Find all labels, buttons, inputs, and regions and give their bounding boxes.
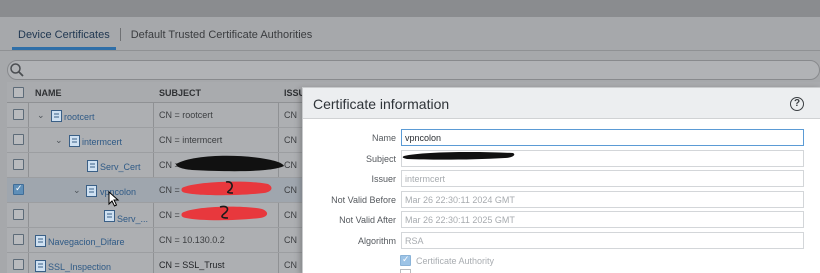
- cert-issuer: CN: [284, 260, 297, 270]
- certificate-icon: [51, 110, 62, 122]
- cert-name[interactable]: SSL_Inspection: [48, 262, 111, 272]
- dialog-body: Name vpncolon Subject Issuer intermcert …: [303, 119, 820, 273]
- row-checkbox[interactable]: [13, 209, 24, 220]
- tabs-divider-line: [0, 50, 820, 51]
- cert-subject: CN = 10.130.0.2: [159, 235, 225, 245]
- subject-label: Subject: [365, 154, 396, 164]
- issuer-label: Issuer: [371, 174, 396, 184]
- tab-bar: Device Certificates Default Trusted Cert…: [8, 17, 322, 50]
- certificate-icon: [86, 185, 97, 197]
- column-header-name[interactable]: NAME: [35, 88, 62, 98]
- certificate-authority-label: Certificate Authority: [416, 256, 495, 266]
- cert-name[interactable]: Serv_Cert: [100, 162, 141, 172]
- cert-subject: CN =: [159, 210, 180, 220]
- certificate-icon: [35, 260, 46, 272]
- tab-device-certificates[interactable]: Device Certificates: [8, 17, 120, 50]
- row-checkbox-checked[interactable]: [13, 183, 24, 195]
- cert-issuer: CN: [284, 135, 297, 145]
- certificate-authority-checkbox[interactable]: [400, 254, 411, 266]
- algorithm-field[interactable]: RSA: [401, 232, 804, 249]
- certificate-icon: [87, 160, 98, 172]
- cert-issuer: CN: [284, 235, 297, 245]
- row-checkbox[interactable]: [13, 259, 24, 270]
- row-checkbox[interactable]: [13, 134, 24, 145]
- chevron-down-icon[interactable]: ⌄: [73, 185, 81, 196]
- certificate-icon: [35, 235, 46, 247]
- cert-subject: CN =: [159, 185, 180, 195]
- select-all-checkbox[interactable]: [13, 87, 24, 98]
- name-label: Name: [371, 133, 396, 143]
- cert-name[interactable]: Serv_...: [117, 214, 148, 224]
- issuer-field[interactable]: intermcert: [401, 170, 804, 187]
- cert-name[interactable]: Navegacion_Difare: [48, 237, 125, 247]
- tab-default-trusted-cas[interactable]: Default Trusted Certificate Authorities: [121, 17, 323, 50]
- row-checkbox[interactable]: [13, 159, 24, 170]
- row-checkbox[interactable]: [13, 234, 24, 245]
- cert-issuer: CN: [284, 210, 297, 220]
- help-icon[interactable]: ?: [790, 97, 804, 111]
- certificate-information-dialog: Certificate information ? Name vpncolon …: [302, 87, 820, 273]
- redaction-scribble-red: [181, 205, 268, 221]
- certificate-icon: [69, 135, 80, 147]
- not-valid-before-field[interactable]: Mar 26 22:30:11 2024 GMT: [401, 191, 804, 208]
- not-valid-before-label: Not Valid Before: [331, 195, 396, 205]
- cert-name[interactable]: intermcert: [82, 137, 122, 147]
- dialog-header: Certificate information ?: [303, 88, 820, 119]
- algorithm-label: Algorithm: [357, 236, 396, 246]
- next-checkbox[interactable]: [400, 269, 411, 273]
- search-input[interactable]: [7, 60, 820, 80]
- chevron-down-icon[interactable]: ⌄: [37, 110, 45, 121]
- not-valid-after-field[interactable]: Mar 26 22:30:11 2025 GMT: [401, 211, 804, 228]
- dialog-title: Certificate information: [313, 96, 450, 112]
- redaction-scribble-black: [176, 155, 284, 172]
- redaction-scribble-black: [402, 152, 515, 160]
- certificate-icon: [104, 210, 115, 222]
- cert-name[interactable]: rootcert: [64, 112, 95, 122]
- column-header-subject[interactable]: SUBJECT: [159, 88, 201, 98]
- chevron-down-icon[interactable]: ⌄: [55, 135, 63, 146]
- redaction-scribble-red: [181, 181, 272, 196]
- cert-subject: CN = intermcert: [159, 135, 223, 145]
- cert-subject: CN = SSL_Trust: [159, 260, 225, 270]
- name-field[interactable]: vpncolon: [401, 129, 804, 146]
- cert-issuer: CN: [284, 185, 297, 195]
- cert-subject: CN = rootcert: [159, 110, 213, 120]
- search-icon: [10, 63, 24, 77]
- cert-issuer: CN: [284, 110, 297, 120]
- row-checkbox[interactable]: [13, 109, 24, 120]
- not-valid-after-label: Not Valid After: [339, 215, 396, 225]
- top-band: [0, 0, 820, 17]
